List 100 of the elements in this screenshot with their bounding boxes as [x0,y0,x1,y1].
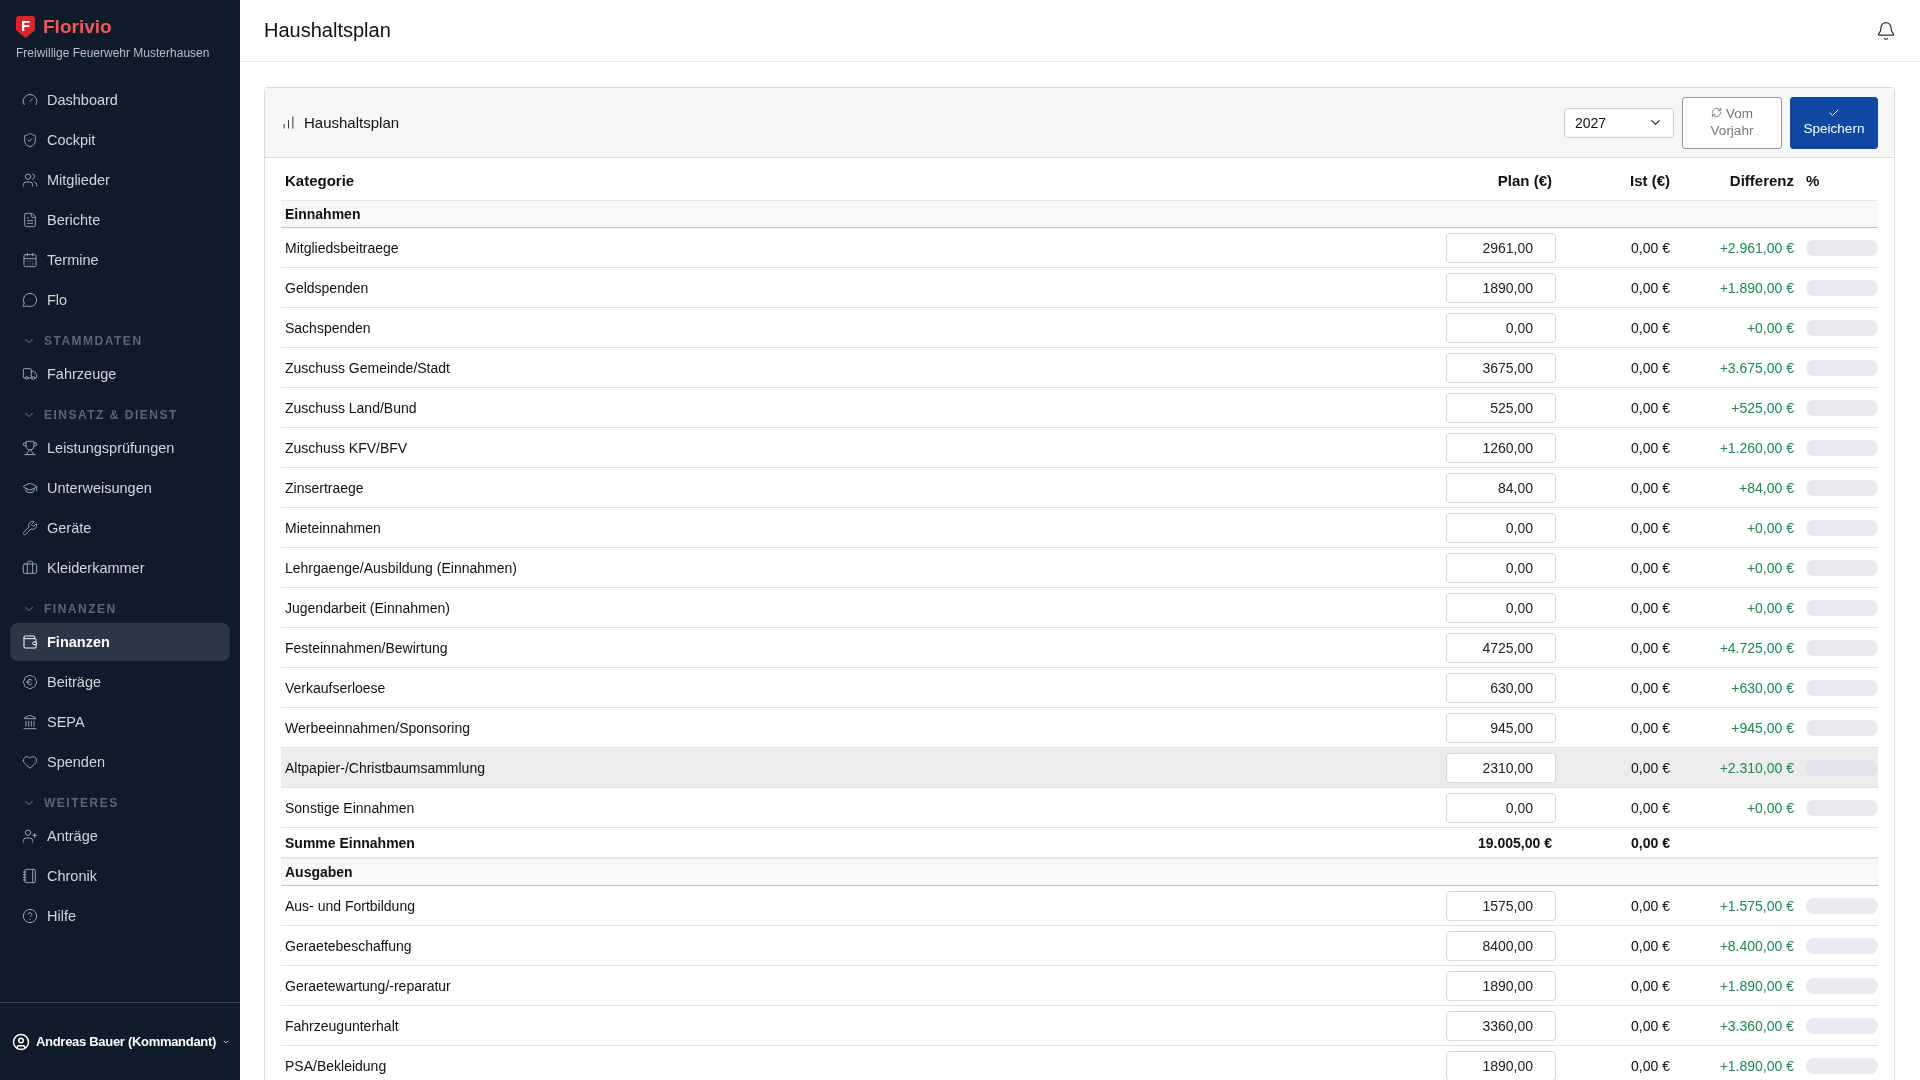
section-heading: WEITERES [44,796,119,810]
nav-item[interactable]: Dashboard [10,81,230,119]
category-label: Zuschuss Gemeinde/Stadt [284,359,451,376]
actual-amount: 0,00 € [1630,479,1671,496]
actual-amount: 0,00 € [1630,559,1671,576]
plan-input[interactable]: 525,00 [1446,392,1556,423]
column-header: Kategorie [284,171,356,189]
plan-input[interactable]: 945,00 [1446,712,1556,743]
section-heading: Einnahmen [284,206,362,222]
category-label: Mitgliedsbeitraege [284,239,400,256]
page-title: Haushaltsplan [264,19,391,42]
nav-item[interactable]: Geräte [10,509,230,547]
actual-amount: 0,00 € [1630,679,1671,696]
nav-item[interactable]: Chronik [10,857,230,895]
nav-item[interactable]: Anträge [10,817,230,855]
actual-amount: 0,00 € [1630,319,1671,336]
plan-input[interactable]: 84,00 [1446,472,1556,503]
nav-item[interactable]: Berichte [10,201,230,239]
logo-icon: F [16,16,35,38]
category-label: Lehrgaenge/Ausbildung (Einnahmen) [284,559,518,576]
nav-item[interactable]: Leistungsprüfungen [10,429,230,467]
plan-input[interactable]: 0,00 [1446,312,1556,343]
nav-item[interactable]: Unterweisungen [10,469,230,507]
actual-amount: 0,00 € [1630,799,1671,816]
nav-item[interactable]: Hilfe [10,897,230,935]
column-header: Plan (€) [1496,171,1553,189]
plan-input[interactable]: 4725,00 [1446,632,1556,663]
nav-item[interactable]: Fahrzeuge [10,355,230,393]
actual-amount: 0,00 € [1630,977,1671,994]
category-label: Geldspenden [284,279,370,296]
category-label: Zuschuss KFV/BFV [284,439,409,456]
nav-item[interactable]: Mitglieder [10,161,230,199]
plan-input[interactable]: 8400,00 [1446,930,1556,961]
actual-amount: 0,00 € [1630,599,1671,616]
nav-item[interactable]: SEPA [10,703,230,741]
user-name[interactable]: Andreas Bauer (Kommandant) [36,1034,216,1049]
category-label: Sonstige Einnahmen [284,799,416,816]
category-label: Sachspenden [284,319,372,336]
plan-input[interactable]: 1575,00 [1446,890,1556,921]
plan-input[interactable]: 1890,00 [1446,1050,1556,1080]
plan-input[interactable]: 0,00 [1446,512,1556,543]
actual-amount: 0,00 € [1630,439,1671,456]
category-label: Zuschuss Land/Bund [284,399,418,416]
plan-input[interactable]: 630,00 [1446,672,1556,703]
category-label: PSA/Bekleidung [284,1057,388,1074]
nav-item[interactable]: Finanzen [10,623,230,661]
difference-amount: +84,00 € [1738,479,1795,496]
category-label: Jugendarbeit (Einnahmen) [284,599,451,616]
difference-amount: +1.890,00 € [1718,279,1795,296]
actual-amount: 0,00 € [1630,279,1671,296]
actual-amount: 0,00 € [1630,1017,1671,1034]
plan-input[interactable]: 3360,00 [1446,1010,1556,1041]
section-heading: FINANZEN [44,602,117,616]
copy-button[interactable]: Vom Vorjahr [1682,96,1782,149]
difference-amount: +1.890,00 € [1718,977,1795,994]
difference-amount: +2.961,00 € [1718,239,1795,256]
difference-amount: +3.360,00 € [1718,1017,1795,1034]
plan-input[interactable]: 0,00 [1446,792,1556,823]
section-heading: Ausgaben [284,864,354,880]
nav-item[interactable]: Flo [10,281,230,319]
actual-amount: 0,00 € [1630,399,1671,416]
plan-input[interactable]: 2310,00 [1446,752,1556,783]
difference-amount: +1.260,00 € [1718,439,1795,456]
save-button[interactable]: Speichern [1790,96,1878,149]
column-header: Ist (€) [1629,171,1671,189]
total-label: Summe Einnahmen [284,834,416,851]
plan-input[interactable]: 0,00 [1446,552,1556,583]
category-label: Fahrzeugunterhalt [284,1017,400,1034]
actual-amount: 0,00 € [1630,359,1671,376]
plan-input[interactable]: 3675,00 [1446,352,1556,383]
category-label: Geraetebeschaffung [284,937,413,954]
difference-amount: +8.400,00 € [1718,937,1795,954]
nav-item[interactable]: Kleiderkammer [10,549,230,587]
nav-item[interactable]: Termine [10,241,230,279]
actual-total: 0,00 € [1630,834,1671,851]
difference-amount: +3.675,00 € [1718,359,1795,376]
category-label: Aus- und Fortbildung [284,897,416,914]
category-label: Festeinnahmen/Bewirtung [284,639,449,656]
difference-amount: +0,00 € [1745,319,1795,336]
nav-item[interactable]: Cockpit [10,121,230,159]
nav-item[interactable]: Spenden [10,743,230,781]
plan-input[interactable]: 1890,00 [1446,272,1556,303]
category-label: Verkaufserloese [284,679,387,696]
difference-amount: +0,00 € [1745,519,1795,536]
plan-input[interactable]: 1260,00 [1446,432,1556,463]
difference-amount: +0,00 € [1745,799,1795,816]
plan-input[interactable]: 0,00 [1446,592,1556,623]
plan-input[interactable]: 1890,00 [1446,970,1556,1001]
category-label: Geraetewartung/-reparatur [284,977,452,994]
section-heading: STAMMDATEN [44,334,143,348]
actual-amount: 0,00 € [1630,897,1671,914]
difference-amount: +525,00 € [1730,399,1795,416]
difference-amount: +1.575,00 € [1718,897,1795,914]
year-select[interactable]: 2027 [1564,107,1674,138]
actual-amount: 0,00 € [1630,639,1671,656]
difference-amount: +945,00 € [1730,719,1795,736]
plan-input[interactable]: 2961,00 [1446,232,1556,263]
column-header: % [1805,171,1821,189]
section-heading: EINSATZ & DIENST [44,408,178,422]
nav-item[interactable]: Beiträge [10,663,230,701]
